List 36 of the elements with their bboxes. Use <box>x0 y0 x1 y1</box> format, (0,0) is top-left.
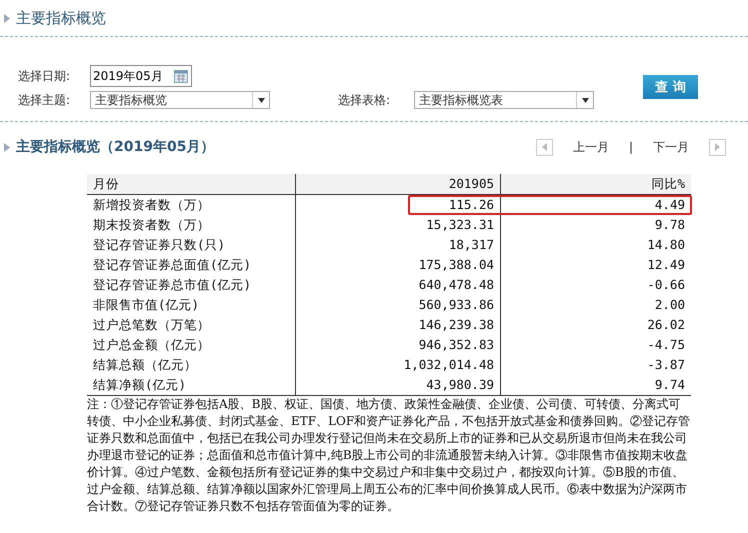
table-cell-text: 结算总额（亿元） <box>92 356 198 374</box>
column-header: 同比% <box>500 174 691 194</box>
separator: | <box>628 140 633 154</box>
table-cell-text: 结算净额(亿元) <box>92 376 188 394</box>
previous-button[interactable] <box>536 138 553 156</box>
table-cell-text: 登记存管证券只数(只) <box>92 236 226 254</box>
table-cell-text: 新增投资者数（万） <box>92 196 211 214</box>
caret-icon <box>4 14 10 22</box>
caret-icon <box>4 142 10 152</box>
calendar-icon[interactable] <box>174 70 188 82</box>
page-title: 主要指标概览 <box>16 8 106 28</box>
topic-select[interactable]: 主要指标概览 <box>90 91 270 109</box>
date-field[interactable]: 2019年05月 <box>90 65 192 87</box>
field-label: 选择日期: <box>18 68 72 84</box>
next-button[interactable] <box>709 138 726 156</box>
right-arrow-icon[interactable] <box>715 143 720 151</box>
table-cell-text: 期末投资者数（万） <box>92 216 211 234</box>
footnote: 注：①登记存管证券包括A股、B股、权证、国债、地方债、政策性金融债、企业债、公司债、可转债、分离式可转债、中小企业私募债、封闭式基金、ETF、LOF和资产证券化产品，不包括开放式基金和债券回购。②登记存管证券只数和总面值中，包括已在我公司办理发行登记但尚未在交易所上市的证券和已从交易所退市但尚未在我公司办理退市登记的证券；总面值和总市值计算中,纯B股上市公司的非流通股暂未纳入计算。③非限售市值按期末收盘价计算。④过户笔数、金额包括所有登记证券的集中交易过户和非集中交易过户，都按双向计算。⑤B股的市值、过户金额、结算总额、结算净额以国家外汇管理局上周五公布的汇率中间价换算成人民币。⑥表中数据为沪深两市合计数。⑦登记存管证券只数不包括存管面值为零的证券。 <box>87 395 691 515</box>
table-cell: 43,980.39 <box>295 375 500 395</box>
table-cell-text: 登记存管证券总面值(亿元) <box>92 256 252 274</box>
table-cell: 9.74 <box>500 375 691 395</box>
field-label: 选择主题: <box>18 92 72 108</box>
left-arrow-icon[interactable] <box>542 143 547 151</box>
next-month-link[interactable]: 下一月 <box>653 138 689 156</box>
table-cell-text: 过户总金额（亿元） <box>92 336 211 354</box>
column-header: 201905 <box>295 174 500 194</box>
field-label: 选择表格: <box>338 92 392 108</box>
column-header: 月份 <box>92 175 120 193</box>
table-select[interactable]: 主要指标概览表 <box>414 91 594 109</box>
table-cell-text: 登记存管证券总市值(亿元) <box>92 276 252 294</box>
dropdown-arrow-icon[interactable] <box>258 98 264 102</box>
section-title: 主要指标概览（2019年05月） <box>16 138 214 156</box>
dropdown-arrow-icon[interactable] <box>582 98 588 102</box>
previous-month-link[interactable]: 上一月 <box>572 138 609 156</box>
table-cell-text: 非限售市值(亿元) <box>92 296 200 314</box>
table-cell-text: 过户总笔数（万笔） <box>92 316 211 334</box>
